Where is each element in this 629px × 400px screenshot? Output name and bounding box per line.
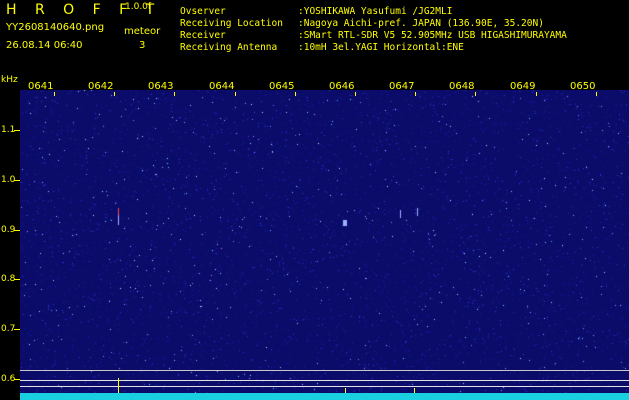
x-tick-label: 0649 <box>510 81 536 92</box>
x-tick-label: 0648 <box>449 81 475 92</box>
info-receiver: Receiver :SMart RTL-SDR V5 52.905MHz USB … <box>180 31 567 41</box>
app-version: 1.0.0f <box>125 2 152 12</box>
y-tick-mark <box>14 329 20 330</box>
info-antenna: Receiving Antenna :10mH 3el.YAGI Horizont… <box>180 43 464 53</box>
spectrogram[interactable] <box>20 90 629 400</box>
reference-line <box>20 380 629 381</box>
x-tick-label: 0643 <box>148 81 174 92</box>
file-name: YY2608140640.png <box>6 22 105 33</box>
y-tick-mark <box>14 230 20 231</box>
y-tick-mark <box>14 180 20 181</box>
x-tick-label: 0642 <box>88 81 114 92</box>
x-tick-label: 0650 <box>570 81 596 92</box>
x-tick-mark <box>355 92 356 96</box>
info-receiver-label: Receiver <box>180 30 226 41</box>
x-tick-mark <box>536 92 537 96</box>
x-tick-mark <box>415 92 416 96</box>
meteor-label: meteor <box>124 26 161 37</box>
x-tick-label: 0641 <box>28 81 54 92</box>
info-receiver-value: :SMart RTL-SDR V5 52.905MHz USB HIGASHIM… <box>298 30 567 41</box>
x-tick-mark <box>596 92 597 96</box>
header-panel: H R O F F T 1.0.0f YY2608140640.png 26.0… <box>0 0 629 75</box>
x-tick-label: 0646 <box>329 81 355 92</box>
info-location-label: Receiving Location <box>180 18 283 29</box>
x-tick-label: 0645 <box>269 81 295 92</box>
info-antenna-label: Receiving Antenna <box>180 42 278 53</box>
x-tick-mark <box>295 92 296 96</box>
y-tick-mark <box>14 130 20 131</box>
x-tick-mark <box>174 92 175 96</box>
meteor-count: 3 <box>139 40 146 51</box>
info-location-value: :Nagoya Aichi-pref. JAPAN (136.90E, 35.2… <box>298 18 544 29</box>
x-tick-mark <box>54 92 55 96</box>
capture-datetime: 26.08.14 06:40 <box>6 40 83 51</box>
reference-line <box>20 370 629 371</box>
reference-line <box>20 386 629 387</box>
y-tick-mark <box>14 279 20 280</box>
signal-baseline <box>20 393 629 400</box>
info-observer: Ovserver :YOSHIKAWA Yasufumi /JG2MLI <box>180 7 452 17</box>
y-axis-unit: kHz <box>1 75 18 85</box>
info-location: Receiving Location :Nagoya Aichi-pref. JA… <box>180 19 544 29</box>
x-tick-mark <box>114 92 115 96</box>
x-tick-label: 0647 <box>389 81 415 92</box>
x-tick-mark <box>475 92 476 96</box>
x-tick-label: 0644 <box>209 81 235 92</box>
info-observer-value: :YOSHIKAWA Yasufumi /JG2MLI <box>298 6 453 17</box>
info-antenna-value: :10mH 3el.YAGI Horizontal:ENE <box>298 42 464 53</box>
info-observer-label: Ovserver <box>180 6 226 17</box>
x-tick-mark <box>235 92 236 96</box>
